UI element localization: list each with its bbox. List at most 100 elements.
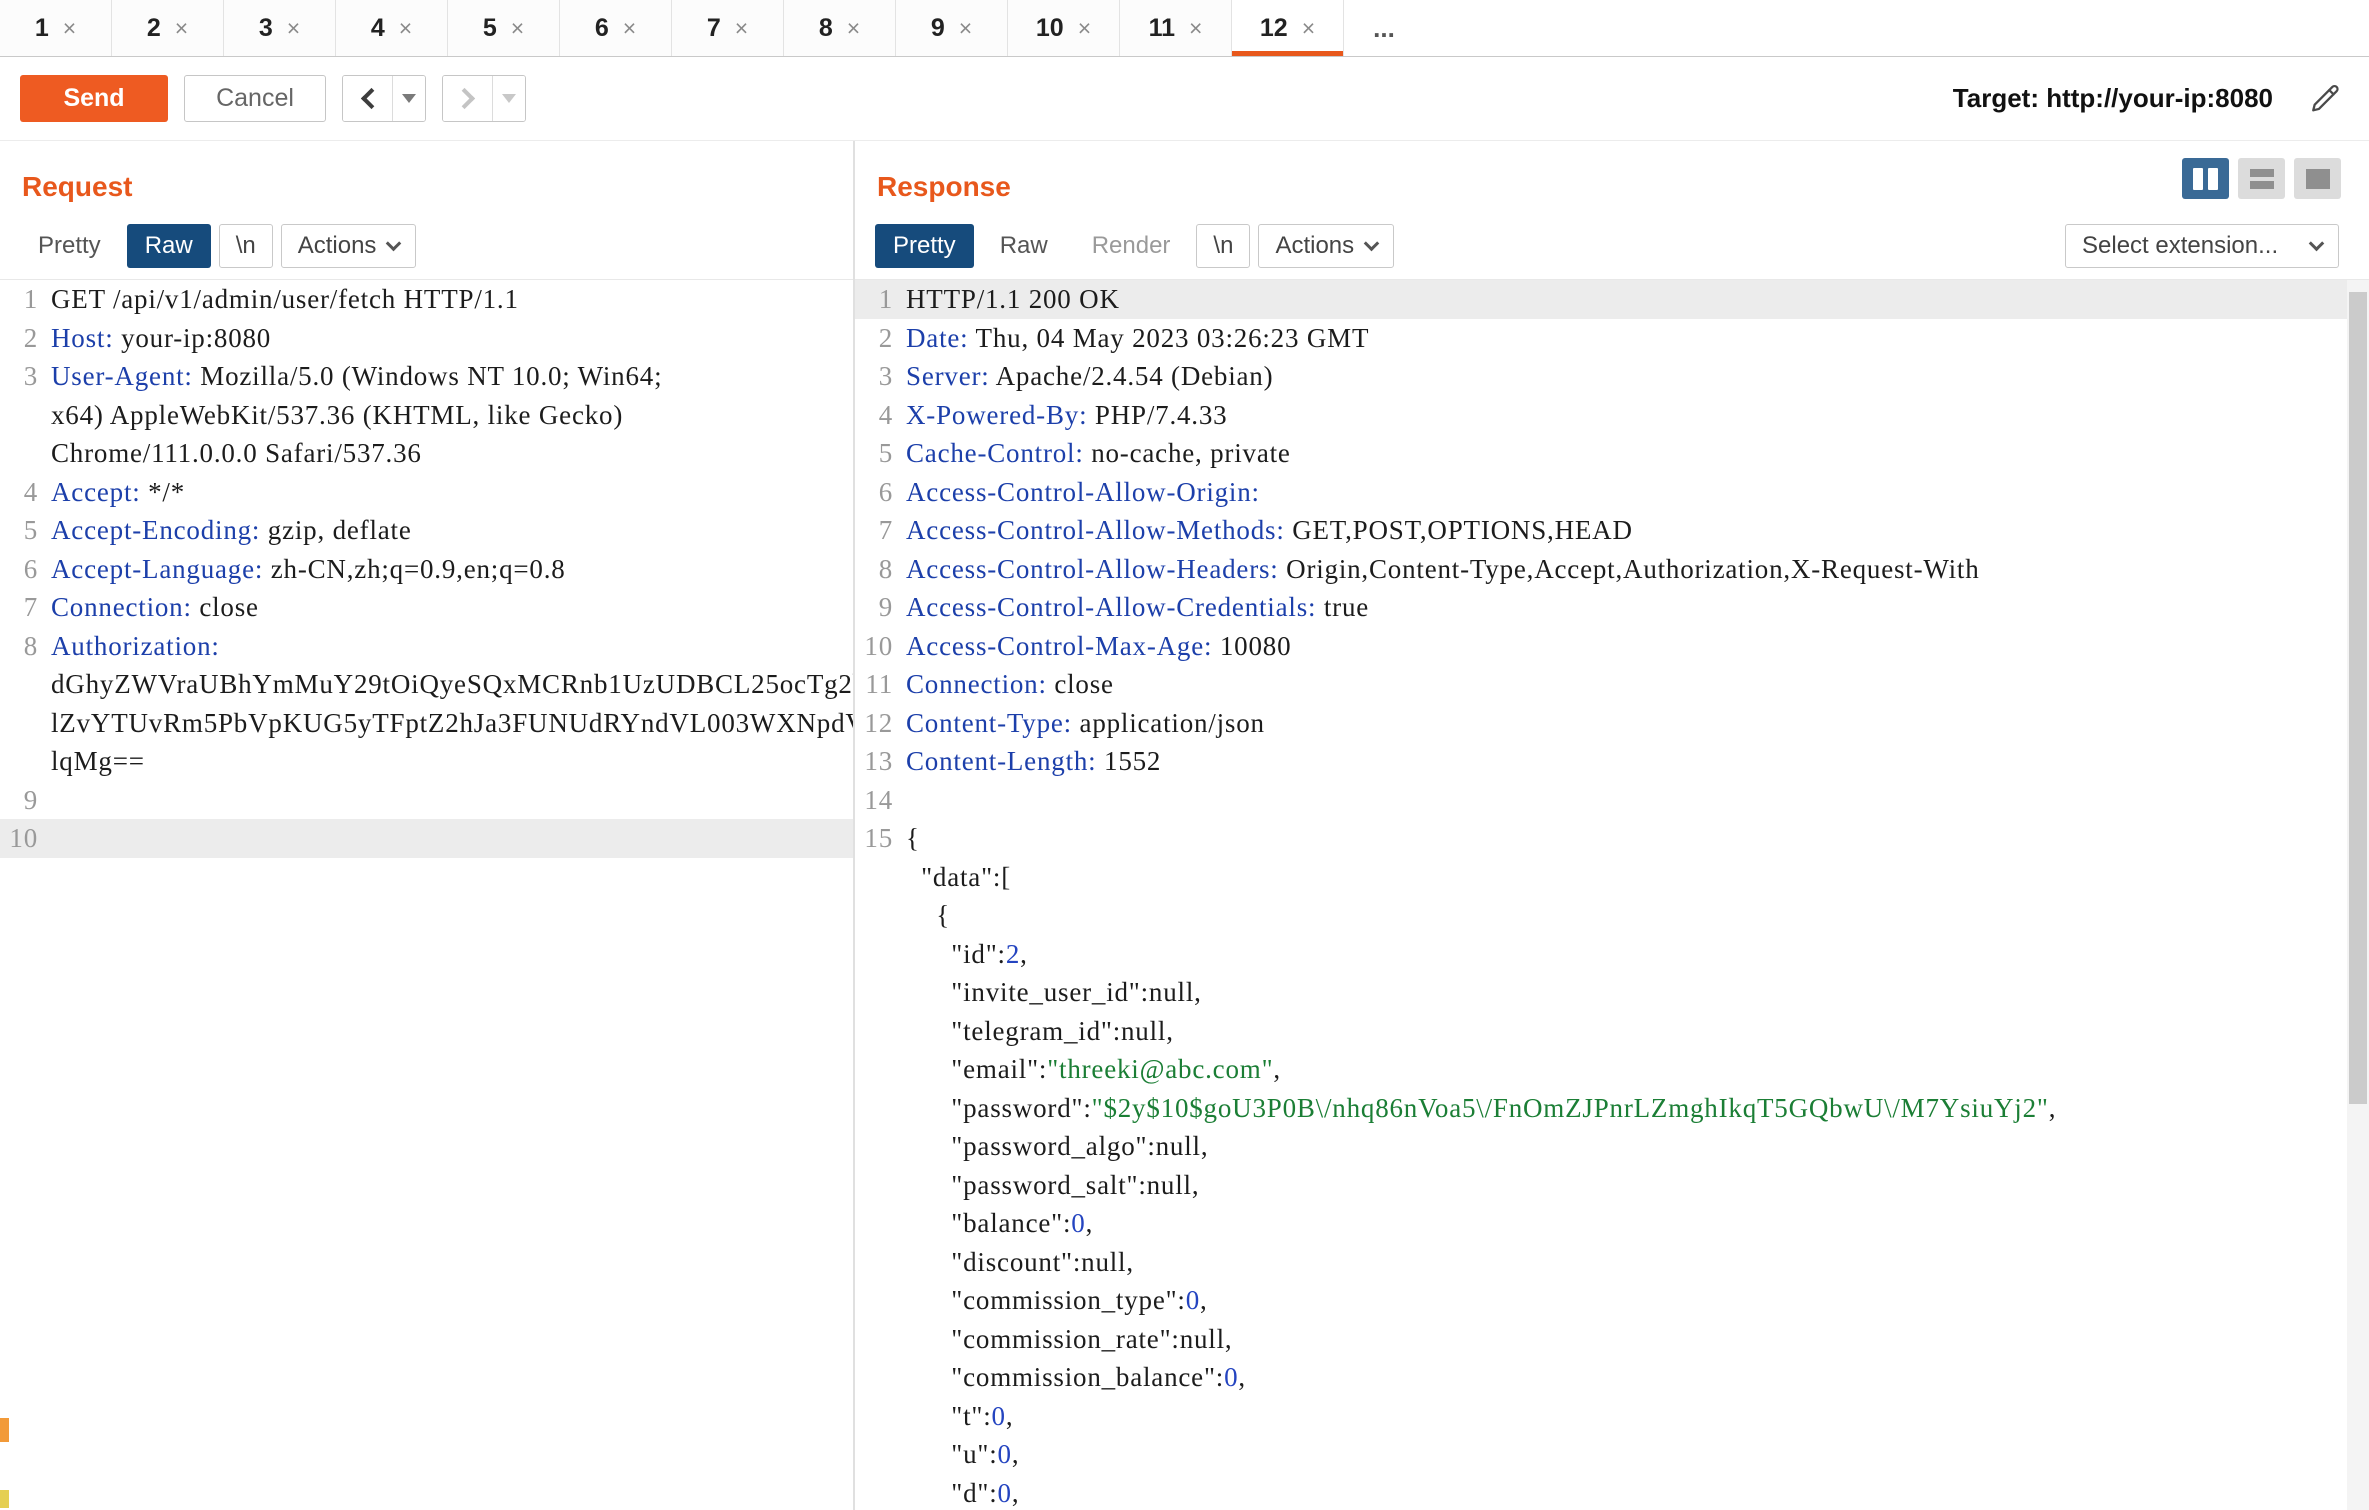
code-text: Server: Apache/2.4.54 (Debian) [906,357,2369,396]
code-line[interactable]: 1GET /api/v1/admin/user/fetch HTTP/1.1 [0,280,853,319]
tab-close-icon[interactable]: × [847,17,860,40]
repeater-tab-7[interactable]: 7× [672,0,784,56]
code-line[interactable]: "telegram_id":null, [855,1012,2369,1051]
repeater-tab-8[interactable]: 8× [784,0,896,56]
repeater-tab-4[interactable]: 4× [336,0,448,56]
repeater-tab-10[interactable]: 10× [1008,0,1120,56]
tab-close-icon[interactable]: × [63,17,76,40]
history-forward-dropdown[interactable] [493,76,525,121]
tab-close-icon[interactable]: × [511,17,524,40]
code-line[interactable]: 13Content-Length: 1552 [855,742,2369,781]
edit-target-icon[interactable] [2309,82,2343,116]
tab-close-icon[interactable]: × [623,17,636,40]
subtab-n[interactable]: \n [1196,224,1250,268]
code-line[interactable]: "balance":0, [855,1204,2369,1243]
tab-close-icon[interactable]: × [287,17,300,40]
code-line[interactable]: "id":2, [855,935,2369,974]
line-number [855,1243,893,1282]
code-line[interactable]: "invite_user_id":null, [855,973,2369,1012]
code-line[interactable]: "email":"threeki@abc.com", [855,1050,2369,1089]
subtab-n[interactable]: \n [219,224,273,268]
code-line[interactable]: 6Accept-Language: zh-CN,zh;q=0.9,en;q=0.… [0,550,853,589]
code-line[interactable]: "u":0, [855,1435,2369,1474]
code-line[interactable]: 7Connection: close [0,588,853,627]
code-line[interactable]: 9 [0,781,853,820]
code-line[interactable]: dGhyZWVraUBhYmMuY29tOiQyeSQxMCRnb1UzUDBC… [0,665,853,704]
code-line[interactable]: "password_salt":null, [855,1166,2369,1205]
repeater-tab-9[interactable]: 9× [896,0,1008,56]
response-scrollbar[interactable] [2347,280,2369,1510]
repeater-tab-11[interactable]: 11× [1120,0,1232,56]
repeater-tab-1[interactable]: 1× [0,0,112,56]
code-line[interactable]: "commission_type":0, [855,1281,2369,1320]
code-line[interactable]: 6Access-Control-Allow-Origin: [855,473,2369,512]
code-line[interactable]: "discount":null, [855,1243,2369,1282]
tab-close-icon[interactable]: × [1189,17,1202,40]
tab-close-icon[interactable]: × [959,17,972,40]
code-line[interactable]: 8Authorization: [0,627,853,666]
subtab-actions[interactable]: Actions [1258,224,1394,268]
code-line[interactable]: 7Access-Control-Allow-Methods: GET,POST,… [855,511,2369,550]
code-line[interactable]: x64) AppleWebKit/537.36 (KHTML, like Gec… [0,396,853,435]
split-rows-view-button[interactable] [2238,158,2285,199]
code-line[interactable]: "d":0, [855,1474,2369,1510]
cancel-button[interactable]: Cancel [184,75,326,122]
code-line[interactable]: 3Server: Apache/2.4.54 (Debian) [855,357,2369,396]
repeater-tab-12[interactable]: 12× [1232,0,1344,56]
code-line[interactable]: 15{ [855,819,2369,858]
tab-close-icon[interactable]: × [1302,17,1315,40]
code-line[interactable]: { [855,896,2369,935]
code-line[interactable]: "password_algo":null, [855,1127,2369,1166]
code-line[interactable]: 11Connection: close [855,665,2369,704]
code-line[interactable]: "data":[ [855,858,2369,897]
history-back-button[interactable] [343,76,393,121]
code-line[interactable]: "commission_balance":0, [855,1358,2369,1397]
code-line[interactable]: 2Host: your-ip:8080 [0,319,853,358]
tab-close-icon[interactable]: × [735,17,748,40]
subtab-raw[interactable]: Raw [982,224,1066,268]
code-line[interactable]: 10 [0,819,853,858]
code-line[interactable]: 9Access-Control-Allow-Credentials: true [855,588,2369,627]
repeater-tab-6[interactable]: 6× [560,0,672,56]
code-line[interactable]: 14 [855,781,2369,820]
code-line[interactable]: 4Accept: */* [0,473,853,512]
request-editor[interactable]: 1GET /api/v1/admin/user/fetch HTTP/1.12H… [0,280,853,1510]
repeater-tab-5[interactable]: 5× [448,0,560,56]
scrollbar-thumb[interactable] [2349,292,2367,1104]
subtab-pretty[interactable]: Pretty [20,224,119,268]
subtab-actions[interactable]: Actions [281,224,417,268]
tab-overflow[interactable]: ... [1344,0,1424,56]
repeater-tab-3[interactable]: 3× [224,0,336,56]
tab-close-icon[interactable]: × [399,17,412,40]
subtab-raw[interactable]: Raw [127,224,211,268]
code-line[interactable]: 5Cache-Control: no-cache, private [855,434,2369,473]
repeater-tab-2[interactable]: 2× [112,0,224,56]
code-text: "invite_user_id":null, [906,973,2369,1012]
code-line[interactable]: "t":0, [855,1397,2369,1436]
code-line[interactable]: 8Access-Control-Allow-Headers: Origin,Co… [855,550,2369,589]
select-extension-dropdown[interactable]: Select extension... [2065,224,2339,268]
code-line[interactable]: lqMg== [0,742,853,781]
history-back-dropdown[interactable] [393,76,425,121]
code-line[interactable]: Chrome/111.0.0.0 Safari/537.36 [0,434,853,473]
response-editor[interactable]: 1HTTP/1.1 200 OK2Date: Thu, 04 May 2023 … [855,280,2369,1510]
code-line[interactable]: "commission_rate":null, [855,1320,2369,1359]
split-columns-view-button[interactable] [2182,158,2229,199]
tab-close-icon[interactable]: × [1078,17,1091,40]
code-line[interactable]: lZvYTUvRm5PbVpKUG5yTFptZ2hJa3FUNUdRYndVL… [0,704,853,743]
code-line[interactable]: 10Access-Control-Max-Age: 10080 [855,627,2369,666]
subtab-render[interactable]: Render [1074,224,1189,268]
tab-close-icon[interactable]: × [175,17,188,40]
code-line[interactable]: 5Accept-Encoding: gzip, deflate [0,511,853,550]
subtab-pretty[interactable]: Pretty [875,224,974,268]
code-line[interactable]: 1HTTP/1.1 200 OK [855,280,2369,319]
send-button[interactable]: Send [20,75,168,122]
single-pane-view-button[interactable] [2294,158,2341,199]
code-line[interactable]: "password":"$2y$10$goU3P0B\/nhq86nVoa5\/… [855,1089,2369,1128]
history-forward-button[interactable] [443,76,493,121]
code-line[interactable]: 4X-Powered-By: PHP/7.4.33 [855,396,2369,435]
code-line[interactable]: 12Content-Type: application/json [855,704,2369,743]
code-line[interactable]: 2Date: Thu, 04 May 2023 03:26:23 GMT [855,319,2369,358]
code-line[interactable]: 3User-Agent: Mozilla/5.0 (Windows NT 10.… [0,357,853,396]
line-number: 14 [855,781,893,820]
